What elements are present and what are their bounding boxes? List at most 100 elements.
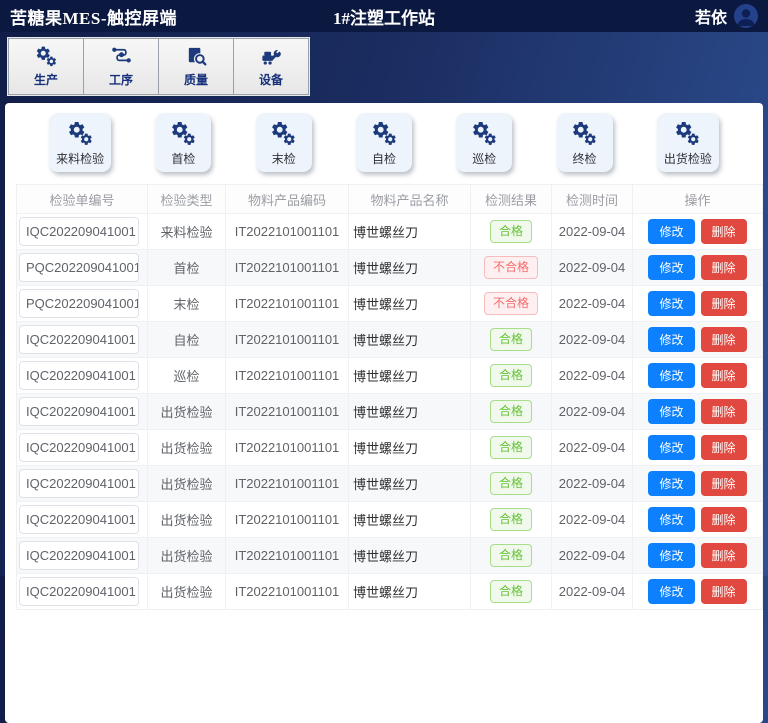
column-header-time: 检测时间	[552, 185, 633, 214]
toolbar-button-label: 工序	[109, 71, 133, 88]
inspection-button-final-inspection[interactable]: 终检	[557, 113, 613, 172]
delete-button[interactable]: 删除	[701, 327, 747, 352]
product-code-cell: IT2022101001101	[226, 214, 349, 250]
inspection-button-incoming-inspection[interactable]: 来料检验	[49, 113, 111, 172]
delete-button[interactable]: 删除	[701, 255, 747, 280]
result-badge: 合格	[490, 436, 532, 458]
result-badge: 不合格	[484, 256, 538, 278]
gears-icon	[67, 120, 94, 147]
product-code-cell: IT2022101001101	[226, 502, 349, 538]
delete-button[interactable]: 删除	[701, 363, 747, 388]
quality-inspect-icon	[185, 45, 208, 68]
inspection-table: 检验单编号检验类型物料产品编码物料产品名称检测结果检测时间操作 IQC20220…	[16, 184, 763, 610]
toolbar-button-production[interactable]: 生产	[8, 38, 84, 95]
top-header: 苦糖果MES-触控屏端 1#注塑工作站 若依	[0, 0, 768, 32]
inspection-button-label: 末检	[272, 150, 296, 167]
toolbar-button-process[interactable]: 工序	[84, 38, 159, 95]
gears-icon	[270, 120, 297, 147]
content-panel: 来料检验首检末检自检巡检终检出货检验 检验单编号检验类型物料产品编码物料产品名称…	[5, 103, 763, 723]
result-badge: 合格	[490, 544, 532, 566]
gears-icon	[674, 120, 701, 147]
product-code-cell: IT2022101001101	[226, 538, 349, 574]
edit-button[interactable]: 修改	[648, 219, 694, 244]
delete-button[interactable]: 删除	[701, 399, 747, 424]
user-avatar-icon[interactable]	[734, 4, 758, 28]
inspection-button-first-inspection[interactable]: 首检	[155, 113, 211, 172]
edit-button[interactable]: 修改	[648, 399, 694, 424]
result-badge: 合格	[490, 472, 532, 494]
column-header-product-name: 物料产品名称	[349, 185, 471, 214]
main-toolbar: 生产工序 质量设备	[8, 38, 309, 95]
delete-button[interactable]: 删除	[701, 435, 747, 460]
station-title: 1#注塑工作站	[333, 4, 435, 29]
delete-button[interactable]: 删除	[701, 507, 747, 532]
column-header-product-code: 物料产品编码	[226, 185, 349, 214]
product-name-cell: 博世螺丝刀	[349, 358, 471, 394]
time-cell: 2022-09-04	[552, 322, 633, 358]
inspection-type-cell: 来料检验	[148, 214, 226, 250]
inspection-button-patrol-inspection[interactable]: 巡检	[456, 113, 512, 172]
time-cell: 2022-09-04	[552, 214, 633, 250]
edit-button[interactable]: 修改	[648, 543, 694, 568]
inspection-type-cell: 出货检验	[148, 538, 226, 574]
edit-button[interactable]: 修改	[648, 363, 694, 388]
inspection-button-shipment-inspection[interactable]: 出货检验	[657, 113, 719, 172]
inspection-button-label: 终检	[573, 150, 597, 167]
time-cell: 2022-09-04	[552, 250, 633, 286]
table-row: IQC202209041001自检IT2022101001101博世螺丝刀合格2…	[17, 322, 763, 358]
toolbar-button-quality[interactable]: 质量	[159, 38, 234, 95]
order-no-cell: IQC202209041001	[19, 361, 139, 390]
gears-icon	[170, 120, 197, 147]
inspection-type-cell: 首检	[148, 250, 226, 286]
inspection-button-label: 来料检验	[56, 150, 104, 167]
delete-button[interactable]: 删除	[701, 579, 747, 604]
inspection-type-cell: 末检	[148, 286, 226, 322]
edit-button[interactable]: 修改	[648, 327, 694, 352]
product-name-cell: 博世螺丝刀	[349, 286, 471, 322]
time-cell: 2022-09-04	[552, 358, 633, 394]
equipment-tools-icon	[260, 45, 283, 68]
production-gears-icon	[35, 45, 58, 68]
inspection-button-label: 自检	[372, 150, 396, 167]
edit-button[interactable]: 修改	[648, 255, 694, 280]
product-code-cell: IT2022101001101	[226, 466, 349, 502]
toolbar-button-equipment[interactable]: 设备	[234, 38, 309, 95]
app-title: 苦糖果MES-触控屏端	[10, 4, 177, 29]
table-row: IQC202209041001出货检验IT2022101001101博世螺丝刀合…	[17, 574, 763, 610]
delete-button[interactable]: 删除	[701, 471, 747, 496]
table-row: IQC202209041001出货检验IT2022101001101博世螺丝刀合…	[17, 466, 763, 502]
inspection-type-cell: 巡检	[148, 358, 226, 394]
product-name-cell: 博世螺丝刀	[349, 466, 471, 502]
inspection-type-cell: 出货检验	[148, 430, 226, 466]
inspection-button-label: 首检	[171, 150, 195, 167]
inspection-button-last-inspection[interactable]: 末检	[256, 113, 312, 172]
product-name-cell: 博世螺丝刀	[349, 538, 471, 574]
inspection-button-label: 出货检验	[664, 150, 712, 167]
table-row: PQC202209041001首检IT2022101001101博世螺丝刀不合格…	[17, 250, 763, 286]
result-badge: 不合格	[484, 292, 538, 314]
edit-button[interactable]: 修改	[648, 507, 694, 532]
time-cell: 2022-09-04	[552, 538, 633, 574]
delete-button[interactable]: 删除	[701, 291, 747, 316]
time-cell: 2022-09-04	[552, 286, 633, 322]
delete-button[interactable]: 删除	[701, 543, 747, 568]
delete-button[interactable]: 删除	[701, 219, 747, 244]
edit-button[interactable]: 修改	[648, 435, 694, 460]
product-code-cell: IT2022101001101	[226, 394, 349, 430]
order-no-cell: IQC202209041001	[19, 397, 139, 426]
order-no-cell: IQC202209041001	[19, 469, 139, 498]
product-code-cell: IT2022101001101	[226, 358, 349, 394]
inspection-button-self-inspection[interactable]: 自检	[356, 113, 412, 172]
order-no-cell: IQC202209041001	[19, 325, 139, 354]
order-no-cell: IQC202209041001	[19, 577, 139, 606]
edit-button[interactable]: 修改	[648, 579, 694, 604]
edit-button[interactable]: 修改	[648, 291, 694, 316]
product-code-cell: IT2022101001101	[226, 250, 349, 286]
username[interactable]: 若依	[695, 4, 727, 28]
product-name-cell: 博世螺丝刀	[349, 574, 471, 610]
column-header-order-no: 检验单编号	[17, 185, 148, 214]
gears-icon	[471, 120, 498, 147]
product-code-cell: IT2022101001101	[226, 322, 349, 358]
product-name-cell: 博世螺丝刀	[349, 430, 471, 466]
edit-button[interactable]: 修改	[648, 471, 694, 496]
